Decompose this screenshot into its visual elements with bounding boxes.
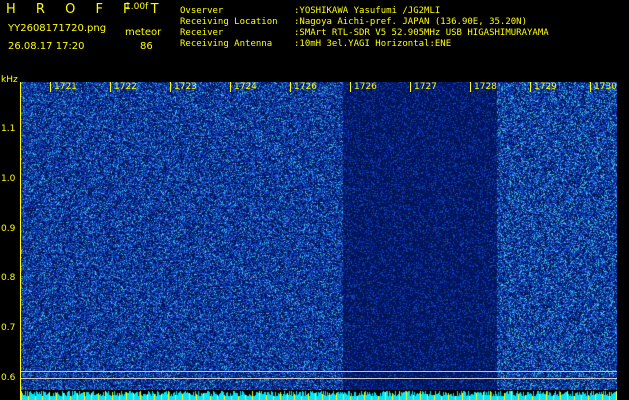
x-tick-mark bbox=[410, 82, 411, 92]
x-tick-mark bbox=[590, 82, 591, 92]
x-tick-label: 1726 bbox=[294, 82, 317, 92]
y-tick-label: 0.8 bbox=[1, 273, 16, 283]
x-tick-mark bbox=[170, 82, 171, 92]
x-tick-label: 1723 bbox=[174, 82, 197, 92]
y-tick-label: 1.0 bbox=[1, 174, 16, 184]
app-version: 1.00f bbox=[125, 2, 149, 12]
info-label: Ovserver bbox=[180, 6, 224, 16]
capture-timestamp: 26.08.17 17:20 bbox=[8, 41, 85, 52]
x-tick-label: 1722 bbox=[114, 82, 137, 92]
info-row-antenna: Receiving Antenna :10mH 3el.YAGI Horizon… bbox=[180, 39, 549, 50]
info-value: :10mH 3el.YAGI Horizontal:ENE bbox=[294, 39, 452, 49]
baseline-strip bbox=[21, 390, 617, 400]
x-tick-label: 1727 bbox=[414, 82, 437, 92]
x-tick-label: 1724 bbox=[234, 82, 257, 92]
meteor-count: 86 bbox=[140, 41, 153, 52]
info-value: :SMArt RTL-SDR V5 52.905MHz USB HIGASHIM… bbox=[294, 28, 549, 38]
y-tick-label: 1.1 bbox=[1, 124, 16, 134]
x-tick-label: 1729 bbox=[534, 82, 557, 92]
info-label: Receiving Location bbox=[180, 17, 278, 27]
info-row-observer: Ovserver :YOSHIKAWA Yasufumi /JG2MLI bbox=[180, 6, 549, 17]
info-label: Receiving Antenna bbox=[180, 39, 273, 49]
station-info: Ovserver :YOSHIKAWA Yasufumi /JG2MLI Rec… bbox=[180, 6, 549, 50]
x-tick-label: 1730 bbox=[594, 82, 617, 92]
x-tick-mark bbox=[530, 82, 531, 92]
x-tick-label: 1726 bbox=[354, 82, 377, 92]
x-tick-label: 1721 bbox=[54, 82, 77, 92]
info-row-location: Receiving Location :Nagoya Aichi-pref. J… bbox=[180, 17, 549, 28]
x-tick-mark bbox=[350, 82, 351, 92]
info-value: :Nagoya Aichi-pref. JAPAN (136.90E, 35.2… bbox=[294, 17, 527, 27]
x-tick-mark bbox=[290, 82, 291, 92]
image-filename: YY2608171720.png bbox=[8, 23, 107, 34]
info-label: Receiver bbox=[180, 28, 224, 38]
x-tick-label: 1728 bbox=[474, 82, 497, 92]
y-tick-label: 0.7 bbox=[1, 323, 16, 333]
x-tick-mark bbox=[110, 82, 111, 92]
x-tick-mark bbox=[230, 82, 231, 92]
spectrogram-screen: H R O F F T 1.00f YY2608171720.png 26.08… bbox=[0, 0, 629, 400]
x-tick-mark bbox=[50, 82, 51, 92]
info-row-receiver: Receiver :SMArt RTL-SDR V5 52.905MHz USB… bbox=[180, 28, 549, 39]
reference-line bbox=[21, 371, 617, 372]
info-value: :YOSHIKAWA Yasufumi /JG2MLI bbox=[294, 6, 441, 16]
waterfall-plot bbox=[21, 82, 617, 390]
y-tick-label: 0.6 bbox=[1, 373, 16, 383]
x-tick-mark bbox=[470, 82, 471, 92]
y-tick-label: 0.9 bbox=[1, 224, 16, 234]
y-axis-line bbox=[20, 82, 21, 400]
reference-line bbox=[21, 378, 617, 379]
y-axis-unit: kHz bbox=[1, 75, 18, 85]
meteor-label: meteor bbox=[125, 27, 162, 38]
